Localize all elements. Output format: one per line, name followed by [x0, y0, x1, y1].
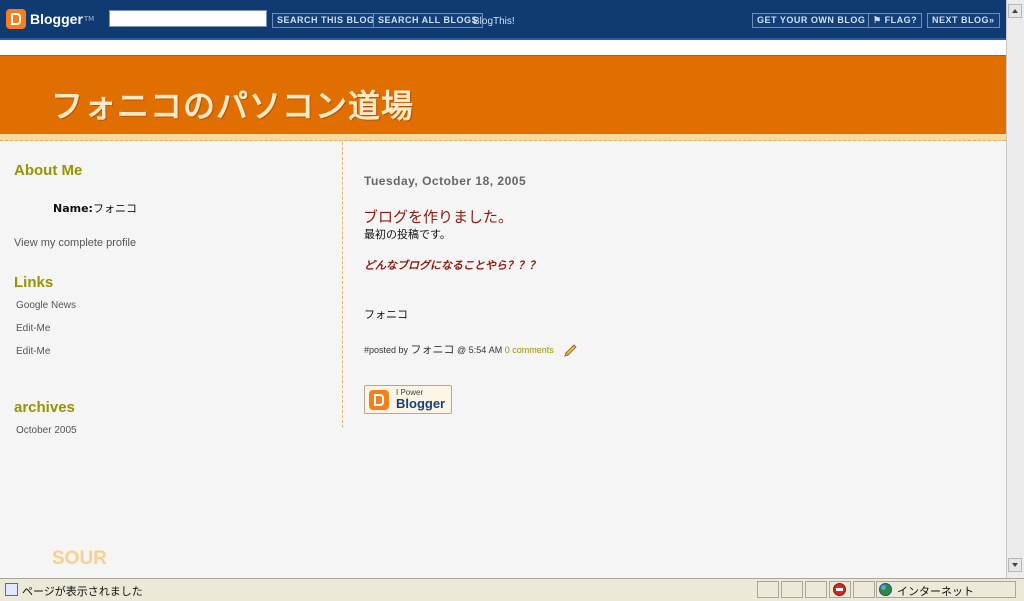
blogger-logo-text: Blogger [30, 11, 83, 27]
zone-label: インターネット [897, 585, 974, 598]
profile-name: Name:フォニコ [53, 200, 137, 216]
scroll-down-icon[interactable] [1008, 558, 1022, 572]
blogger-logo-icon [6, 9, 26, 29]
post-signature: フォニコ [364, 308, 408, 321]
status-panel [853, 581, 875, 598]
edit-pencil-icon[interactable] [562, 343, 578, 359]
blog-header: フォニコのパソコン道場 [0, 55, 1006, 135]
blog-title[interactable]: フォニコのパソコン道場 [51, 81, 414, 127]
vertical-scrollbar[interactable] [1006, 0, 1024, 578]
flag-label: FLAG? [884, 15, 918, 25]
post-emphasis: どんなブログになることやら？？？ [364, 259, 540, 272]
search-this-blog-button[interactable]: SEARCH THIS BLOG [272, 13, 380, 28]
view-profile-link[interactable]: View my complete profile [14, 237, 136, 249]
status-panel [757, 581, 779, 598]
next-blog-button[interactable]: NEXT BLOG» [927, 13, 1000, 28]
blogger-logo[interactable]: Blogger TM [6, 6, 94, 32]
get-your-own-blog-button[interactable]: GET YOUR OWN BLOG [752, 13, 871, 28]
posted-by-label: posted by [369, 345, 411, 355]
search-input[interactable] [109, 10, 267, 27]
blogger-trademark: TM [83, 15, 95, 23]
blogger-navbar: Blogger TM SEARCH THIS BLOG SEARCH ALL B… [0, 0, 1006, 40]
flag-icon: ⚑ [873, 15, 885, 25]
status-panel [805, 581, 827, 598]
post-footer: #posted by フォニコ @ 5:54 AM 0 comments [364, 341, 578, 359]
search-all-blogs-button[interactable]: SEARCH ALL BLOGS [373, 13, 484, 28]
link-edit-me[interactable]: Edit-Me [16, 323, 50, 334]
status-bar: ページが表示されました インターネット [0, 578, 1024, 601]
comments-link[interactable]: 0 comments [505, 345, 554, 355]
post-body: 最初の投稿です。 [364, 228, 451, 241]
links-heading: Links [14, 274, 54, 291]
status-panel [781, 581, 803, 598]
flag-button[interactable]: ⚑ FLAG? [868, 13, 923, 28]
archive-link[interactable]: October 2005 [16, 425, 77, 436]
column-divider [342, 142, 343, 428]
blogger-badge-icon [369, 390, 389, 410]
page-done-icon [5, 583, 18, 596]
scroll-up-icon[interactable] [1008, 4, 1022, 18]
blogthis-link[interactable]: BlogThis! [473, 16, 515, 27]
archives-heading: archives [14, 399, 75, 416]
internet-zone-icon [879, 583, 892, 596]
header-stripe [0, 134, 1006, 141]
popup-blocked-icon[interactable] [833, 583, 846, 596]
profile-name-label: Name: [53, 202, 93, 215]
post-title: ブログを作りました。 [363, 208, 514, 226]
post-author: フォニコ [410, 344, 455, 356]
link-google-news[interactable]: Google News [16, 300, 76, 311]
badge-big-text: Blogger [396, 396, 446, 411]
post-time: @ 5:54 AM [454, 345, 505, 355]
powered-by-blogger-badge[interactable]: I Power Blogger [364, 385, 452, 414]
navbar-spacer [0, 40, 1006, 55]
about-me-heading: About Me [14, 162, 83, 179]
status-message: ページが表示されました [22, 585, 143, 598]
profile-name-value: フォニコ [92, 202, 137, 215]
post-date: Tuesday, October 18, 2005 [364, 174, 527, 188]
link-edit-me[interactable]: Edit-Me [16, 346, 50, 357]
footer-sour-text: SOUR [52, 548, 107, 569]
